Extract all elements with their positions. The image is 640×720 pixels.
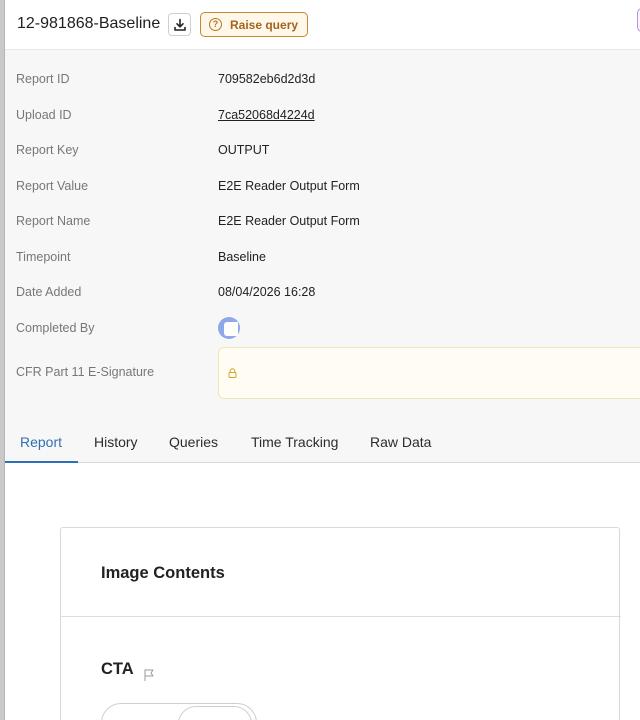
lock-icon: [228, 368, 237, 378]
detail-label: Date Added: [16, 285, 82, 299]
download-icon: [173, 18, 186, 31]
detail-label: Report Key: [16, 143, 79, 157]
report-title: 12-981868-Baseline: [17, 15, 161, 32]
detail-label: Upload ID: [16, 108, 72, 122]
avatar[interactable]: [218, 317, 240, 339]
section-label-cta: CTA: [101, 660, 134, 678]
detail-row-report-key: Report Key OUTPUT: [5, 143, 640, 163]
tab-report[interactable]: Report: [20, 434, 62, 450]
tab-time-tracking[interactable]: Time Tracking: [251, 434, 338, 450]
detail-value: E2E Reader Output Form: [218, 214, 360, 228]
cta-toggle-group[interactable]: [101, 703, 257, 720]
detail-row-upload-id: Upload ID 7ca52068d4224d: [5, 108, 640, 128]
tab-bar: Report History Queries Time Tracking Raw…: [5, 410, 640, 463]
detail-label: Completed By: [16, 321, 95, 335]
flag-icon[interactable]: [143, 668, 155, 682]
panel-header: 12-981868-Baseline ? Raise query: [5, 0, 640, 50]
detail-label: Report Name: [16, 214, 91, 228]
detail-row-date-added: Date Added 08/04/2026 16:28: [5, 285, 640, 305]
tab-history[interactable]: History: [94, 434, 138, 450]
card-title: Image Contents: [101, 564, 225, 582]
report-details: Report ID 709582eb6d2d3d Upload ID 7ca52…: [5, 50, 640, 410]
detail-row-timepoint: Timepoint Baseline: [5, 250, 640, 270]
download-button[interactable]: [168, 13, 191, 36]
detail-value: 08/04/2026 16:28: [218, 285, 316, 299]
detail-row-report-id: Report ID 709582eb6d2d3d: [5, 72, 640, 92]
report-detail-panel: 12-981868-Baseline ? Raise query Report …: [5, 0, 640, 720]
upload-id-link[interactable]: 7ca52068d4224d: [218, 108, 315, 122]
detail-row-report-name: Report Name E2E Reader Output Form: [5, 214, 640, 234]
divider: [61, 616, 621, 617]
detail-value: OUTPUT: [218, 143, 270, 157]
detail-label: Timepoint: [16, 250, 71, 264]
esignature-box: [218, 347, 640, 399]
question-circle-icon: ?: [209, 18, 222, 31]
detail-value: E2E Reader Output Form: [218, 179, 360, 193]
tab-queries[interactable]: Queries: [169, 434, 218, 450]
tab-raw-data[interactable]: Raw Data: [370, 434, 431, 450]
detail-label: CFR Part 11 E-Signature: [16, 365, 155, 379]
detail-value: Baseline: [218, 250, 266, 264]
detail-label: Report Value: [16, 179, 89, 193]
active-tab-indicator: [5, 461, 78, 463]
cta-toggle-option[interactable]: [178, 706, 252, 720]
detail-row-report-value: Report Value E2E Reader Output Form: [5, 179, 640, 199]
detail-label: Report ID: [16, 72, 70, 86]
detail-row-completed-by: Completed By: [5, 317, 640, 341]
raise-query-button[interactable]: ? Raise query: [200, 12, 308, 37]
detail-value: 709582eb6d2d3d: [218, 72, 316, 86]
raise-query-label: Raise query: [230, 17, 299, 32]
image-contents-card: Image Contents CTA: [60, 527, 621, 720]
